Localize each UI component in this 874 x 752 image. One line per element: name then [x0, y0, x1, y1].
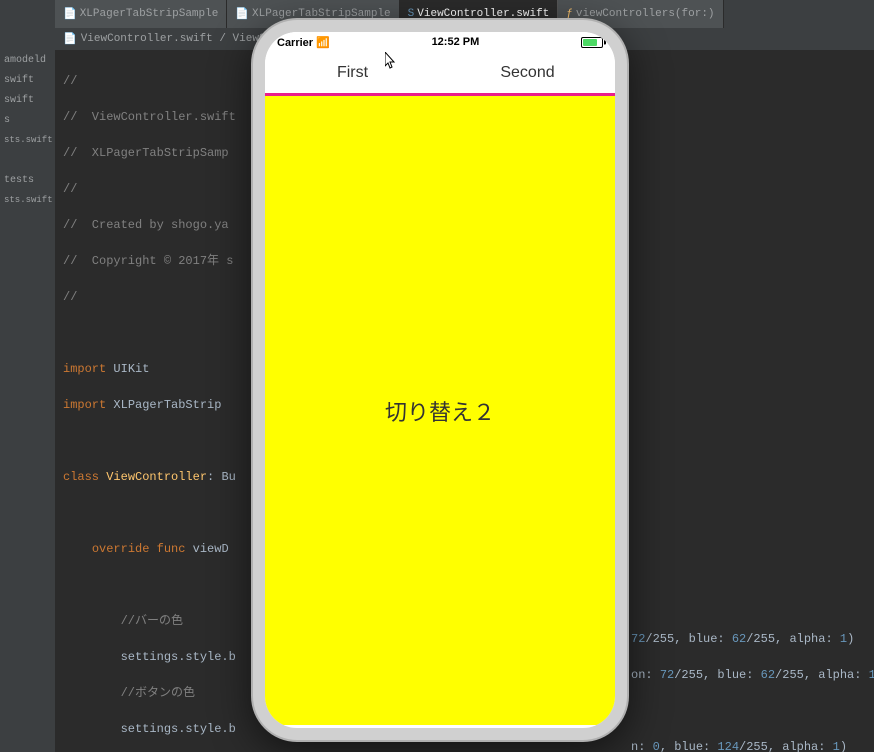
tab-indicator [265, 93, 440, 96]
first-tab-label: First [337, 64, 368, 82]
code-line: // Created by shogo.ya [63, 218, 229, 232]
code-line: // [63, 290, 77, 304]
file-item[interactable]: sts.swift [0, 190, 55, 210]
code-editor[interactable]: // // ViewController.swift // XLPagerTab… [55, 50, 250, 752]
carrier-label: Carrier 📶 [277, 36, 330, 49]
code-line: // XLPagerTabStripSamp [63, 146, 229, 160]
file-item[interactable]: sts.swift [0, 130, 55, 150]
strip-tab-first[interactable]: First [265, 52, 440, 93]
tab-strip: First Second [265, 52, 615, 96]
code-line: // Copyright © 2017年 s [63, 254, 233, 268]
tab-xlpager1[interactable]: 📄 XLPagerTabStripSample [55, 0, 227, 28]
status-bar: Carrier 📶 12:52 PM [265, 32, 615, 52]
file-tree: amodeld swift swift s sts.swift tests st… [0, 0, 55, 752]
file-item[interactable]: amodeld [0, 50, 55, 70]
code-line: // ViewController.swift [63, 110, 236, 124]
tab-icon: S [408, 8, 415, 20]
battery-icon [581, 37, 603, 48]
code-line: // [63, 182, 77, 196]
file-item[interactable]: tests [0, 170, 55, 190]
battery-fill [583, 39, 597, 46]
code-line: // [63, 74, 77, 88]
tab-label: XLPagerTabStripSample [80, 8, 219, 20]
file-item[interactable] [0, 150, 55, 170]
tab-icon: 📄 [63, 7, 77, 21]
tab-label: XLPagerTabStripSample [252, 8, 391, 20]
file-item[interactable]: swift [0, 70, 55, 90]
tab-label: viewControllers(for:) [576, 8, 715, 20]
file-item[interactable]: s [0, 110, 55, 130]
phone-content: 切り替え２ [265, 96, 615, 725]
phone-inner: Carrier 📶 12:52 PM First Second 切り替え２ [265, 32, 615, 728]
breadcrumb-icon: 📄 [63, 32, 77, 46]
time-label: 12:52 PM [432, 36, 480, 48]
wifi-icon: 📶 [316, 37, 330, 49]
strip-tab-second[interactable]: Second [440, 52, 615, 93]
file-item[interactable]: swift [0, 90, 55, 110]
code-editor-right: 72/255, blue: 62/255, alpha: 1) on: 72/2… [623, 50, 874, 752]
tab-label: ViewController.swift [417, 8, 549, 20]
battery-area [581, 37, 603, 48]
content-text: 切り替え２ [385, 395, 495, 427]
carrier-text: Carrier [277, 37, 316, 49]
tab-icon: ƒ [566, 8, 573, 20]
tab-icon: 📄 [235, 7, 249, 21]
phone-frame: Carrier 📶 12:52 PM First Second 切り替え２ [253, 20, 627, 740]
second-tab-label: Second [500, 64, 554, 82]
